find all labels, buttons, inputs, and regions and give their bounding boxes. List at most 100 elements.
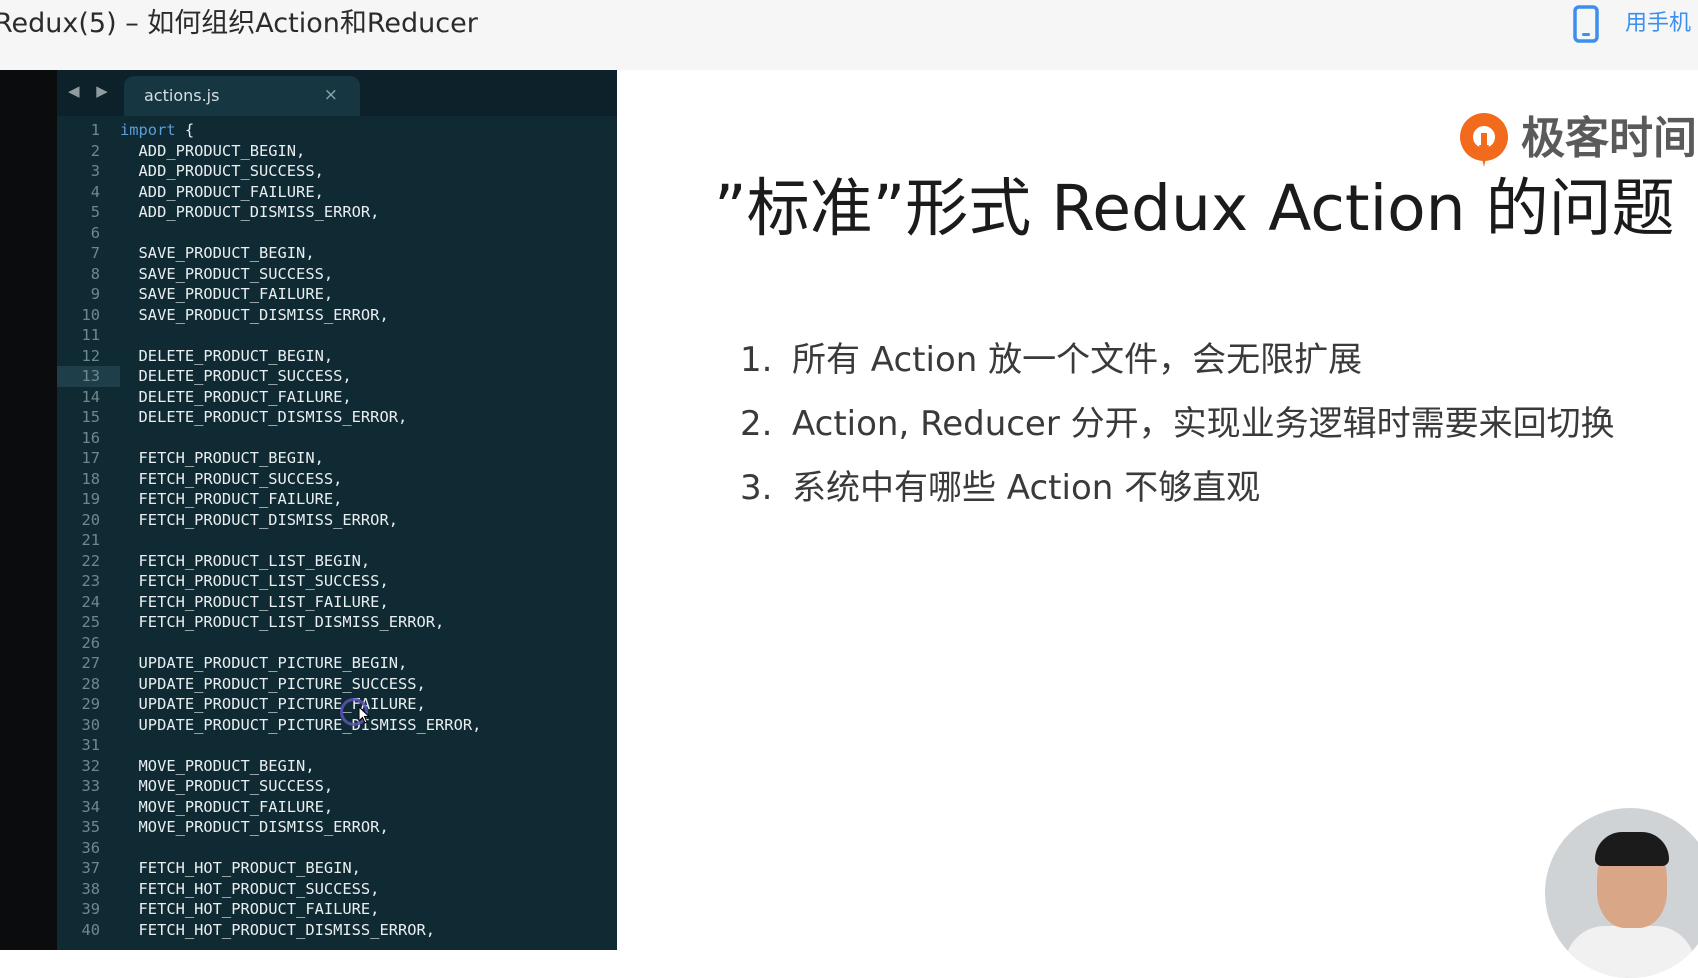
code-line[interactable]: 29 UPDATE_PRODUCT_PICTURE_FAILURE,	[57, 694, 617, 715]
line-number: 10	[81, 305, 100, 324]
line-number: 3	[90, 162, 100, 180]
line-number: 11	[81, 326, 100, 344]
list-item: 2. Action, Reducer 分开，实现业务逻辑时需要来回切换	[740, 399, 1615, 463]
line-number: 21	[81, 531, 100, 549]
line-number: 23	[81, 572, 100, 590]
line-number: 7	[90, 244, 100, 262]
watch-on-mobile-link[interactable]: 用手机	[1625, 6, 1691, 42]
line-number: 31	[81, 736, 100, 754]
code-text: FETCH_PRODUCT_LIST_DISMISS_ERROR,	[120, 613, 445, 631]
code-line[interactable]: 33 MOVE_PRODUCT_SUCCESS,	[57, 776, 617, 797]
slide-bullet-list: 1. 所有 Action 放一个文件，会无限扩展 2. Action, Reduce…	[740, 335, 1615, 527]
code-line[interactable]: 25 FETCH_PRODUCT_LIST_DISMISS_ERROR,	[57, 612, 617, 633]
code-line[interactable]: 12 DELETE_PRODUCT_BEGIN,	[57, 346, 617, 367]
tab-actions-js[interactable]: actions.js ×	[124, 76, 360, 116]
code-line[interactable]: 35 MOVE_PRODUCT_DISMISS_ERROR,	[57, 817, 617, 838]
code-text: UPDATE_PRODUCT_PICTURE_DISMISS_ERROR,	[120, 715, 482, 734]
line-number: 18	[81, 469, 100, 488]
code-line[interactable]: 20 FETCH_PRODUCT_DISMISS_ERROR,	[57, 510, 617, 531]
line-number: 30	[81, 715, 100, 734]
code-line[interactable]: 7 SAVE_PRODUCT_BEGIN,	[57, 243, 617, 264]
code-line[interactable]: 10 SAVE_PRODUCT_DISMISS_ERROR,	[57, 305, 617, 326]
code-line[interactable]: 14 DELETE_PRODUCT_FAILURE,	[57, 387, 617, 408]
code-line[interactable]: 34 MOVE_PRODUCT_FAILURE,	[57, 797, 617, 818]
code-line[interactable]: 37 FETCH_HOT_PRODUCT_BEGIN,	[57, 858, 617, 879]
code-line[interactable]: 38 FETCH_HOT_PRODUCT_SUCCESS,	[57, 879, 617, 900]
code-line[interactable]: 16	[57, 428, 617, 449]
line-number: 35	[81, 818, 100, 836]
code-text: UPDATE_PRODUCT_PICTURE_BEGIN,	[120, 654, 408, 672]
code-line[interactable]: 30 UPDATE_PRODUCT_PICTURE_DISMISS_ERROR,	[57, 715, 617, 736]
code-text: FETCH_PRODUCT_DISMISS_ERROR,	[120, 510, 398, 529]
line-number: 28	[81, 674, 100, 693]
code-text: FETCH_PRODUCT_LIST_FAILURE,	[120, 592, 389, 611]
mouse-pointer-icon	[358, 706, 371, 724]
line-number: 33	[81, 777, 100, 795]
code-line[interactable]: 2 ADD_PRODUCT_BEGIN,	[57, 141, 617, 162]
code-line[interactable]: 22 FETCH_PRODUCT_LIST_BEGIN,	[57, 551, 617, 572]
line-number: 13	[57, 366, 120, 387]
geektime-logo-icon	[1460, 113, 1508, 167]
code-line[interactable]: 18 FETCH_PRODUCT_SUCCESS,	[57, 469, 617, 490]
code-line[interactable]: 40 FETCH_HOT_PRODUCT_DISMISS_ERROR,	[57, 920, 617, 941]
code-line[interactable]: 13 DELETE_PRODUCT_SUCCESS,	[57, 366, 617, 387]
code-line[interactable]: 4 ADD_PRODUCT_FAILURE,	[57, 182, 617, 203]
code-text: SAVE_PRODUCT_BEGIN,	[120, 244, 315, 262]
line-number: 22	[81, 551, 100, 570]
presenter-video-avatar	[1545, 808, 1698, 978]
code-line[interactable]: 24 FETCH_PRODUCT_LIST_FAILURE,	[57, 592, 617, 613]
list-item-text: 系统中有哪些 Action 不够直观	[792, 468, 1261, 508]
code-line[interactable]: 19 FETCH_PRODUCT_FAILURE,	[57, 489, 617, 510]
code-line[interactable]: 8 SAVE_PRODUCT_SUCCESS,	[57, 264, 617, 285]
code-text: FETCH_HOT_PRODUCT_FAILURE,	[120, 900, 380, 918]
code-text: FETCH_PRODUCT_LIST_SUCCESS,	[120, 572, 389, 590]
code-line[interactable]: 28 UPDATE_PRODUCT_PICTURE_SUCCESS,	[57, 674, 617, 695]
code-line[interactable]: 6	[57, 223, 617, 244]
list-item: 3. 系统中有哪些 Action 不够直观	[740, 463, 1615, 527]
code-text: ADD_PRODUCT_BEGIN,	[120, 141, 306, 160]
line-number: 16	[81, 428, 100, 447]
code-line[interactable]: 17 FETCH_PRODUCT_BEGIN,	[57, 448, 617, 469]
code-line[interactable]: 39 FETCH_HOT_PRODUCT_FAILURE,	[57, 899, 617, 920]
line-number: 2	[90, 141, 100, 160]
code-line[interactable]: 23 FETCH_PRODUCT_LIST_SUCCESS,	[57, 571, 617, 592]
code-line[interactable]: 9 SAVE_PRODUCT_FAILURE,	[57, 284, 617, 305]
code-line[interactable]: 36	[57, 838, 617, 859]
code-text: DELETE_PRODUCT_FAILURE,	[120, 387, 352, 406]
code-text: ADD_PRODUCT_DISMISS_ERROR,	[120, 203, 380, 221]
list-item-text: Action, Reducer 分开，实现业务逻辑时需要来回切换	[792, 404, 1615, 444]
code-line[interactable]: 11	[57, 325, 617, 346]
close-icon[interactable]: ×	[324, 85, 338, 105]
line-number: 1	[90, 121, 100, 139]
line-number: 20	[81, 510, 100, 529]
code-text: MOVE_PRODUCT_SUCCESS,	[120, 777, 334, 795]
code-text: UPDATE_PRODUCT_PICTURE_FAILURE,	[120, 695, 426, 713]
code-line[interactable]: 26	[57, 633, 617, 654]
line-number: 12	[81, 346, 100, 365]
presenter-shirt	[1565, 926, 1695, 978]
code-line[interactable]: 3 ADD_PRODUCT_SUCCESS,	[57, 161, 617, 182]
line-number: 32	[81, 756, 100, 775]
page-title: Redux(5) – 如何组织Action和Reducer	[0, 8, 478, 39]
tab-navigation-arrows-icon[interactable]: ◀ ▶	[68, 82, 114, 100]
code-line[interactable]: 27 UPDATE_PRODUCT_PICTURE_BEGIN,	[57, 653, 617, 674]
mobile-phone-icon[interactable]	[1570, 4, 1602, 44]
code-text: FETCH_PRODUCT_LIST_BEGIN,	[120, 551, 371, 570]
code-line[interactable]: 15 DELETE_PRODUCT_DISMISS_ERROR,	[57, 407, 617, 428]
code-text: SAVE_PRODUCT_SUCCESS,	[120, 264, 334, 283]
code-text: FETCH_HOT_PRODUCT_BEGIN,	[120, 859, 361, 877]
code-line[interactable]: 5 ADD_PRODUCT_DISMISS_ERROR,	[57, 202, 617, 223]
code-text: FETCH_HOT_PRODUCT_DISMISS_ERROR,	[120, 920, 436, 939]
code-line[interactable]: 1 import {	[57, 120, 617, 141]
code-line[interactable]: 31	[57, 735, 617, 756]
code-text: {	[175, 121, 195, 139]
code-text: MOVE_PRODUCT_BEGIN,	[120, 756, 315, 775]
code-line[interactable]: 21	[57, 530, 617, 551]
code-editor: ◀ ▶ actions.js × 1 import {2 ADD_PRODUCT_…	[0, 70, 617, 950]
code-text: SAVE_PRODUCT_DISMISS_ERROR,	[120, 305, 389, 324]
line-number: 5	[90, 203, 100, 221]
line-number: 9	[90, 285, 100, 303]
code-area[interactable]: 1 import {2 ADD_PRODUCT_BEGIN, 3 ADD_PRODU…	[57, 120, 617, 940]
code-line[interactable]: 32 MOVE_PRODUCT_BEGIN,	[57, 756, 617, 777]
line-number: 24	[81, 592, 100, 611]
